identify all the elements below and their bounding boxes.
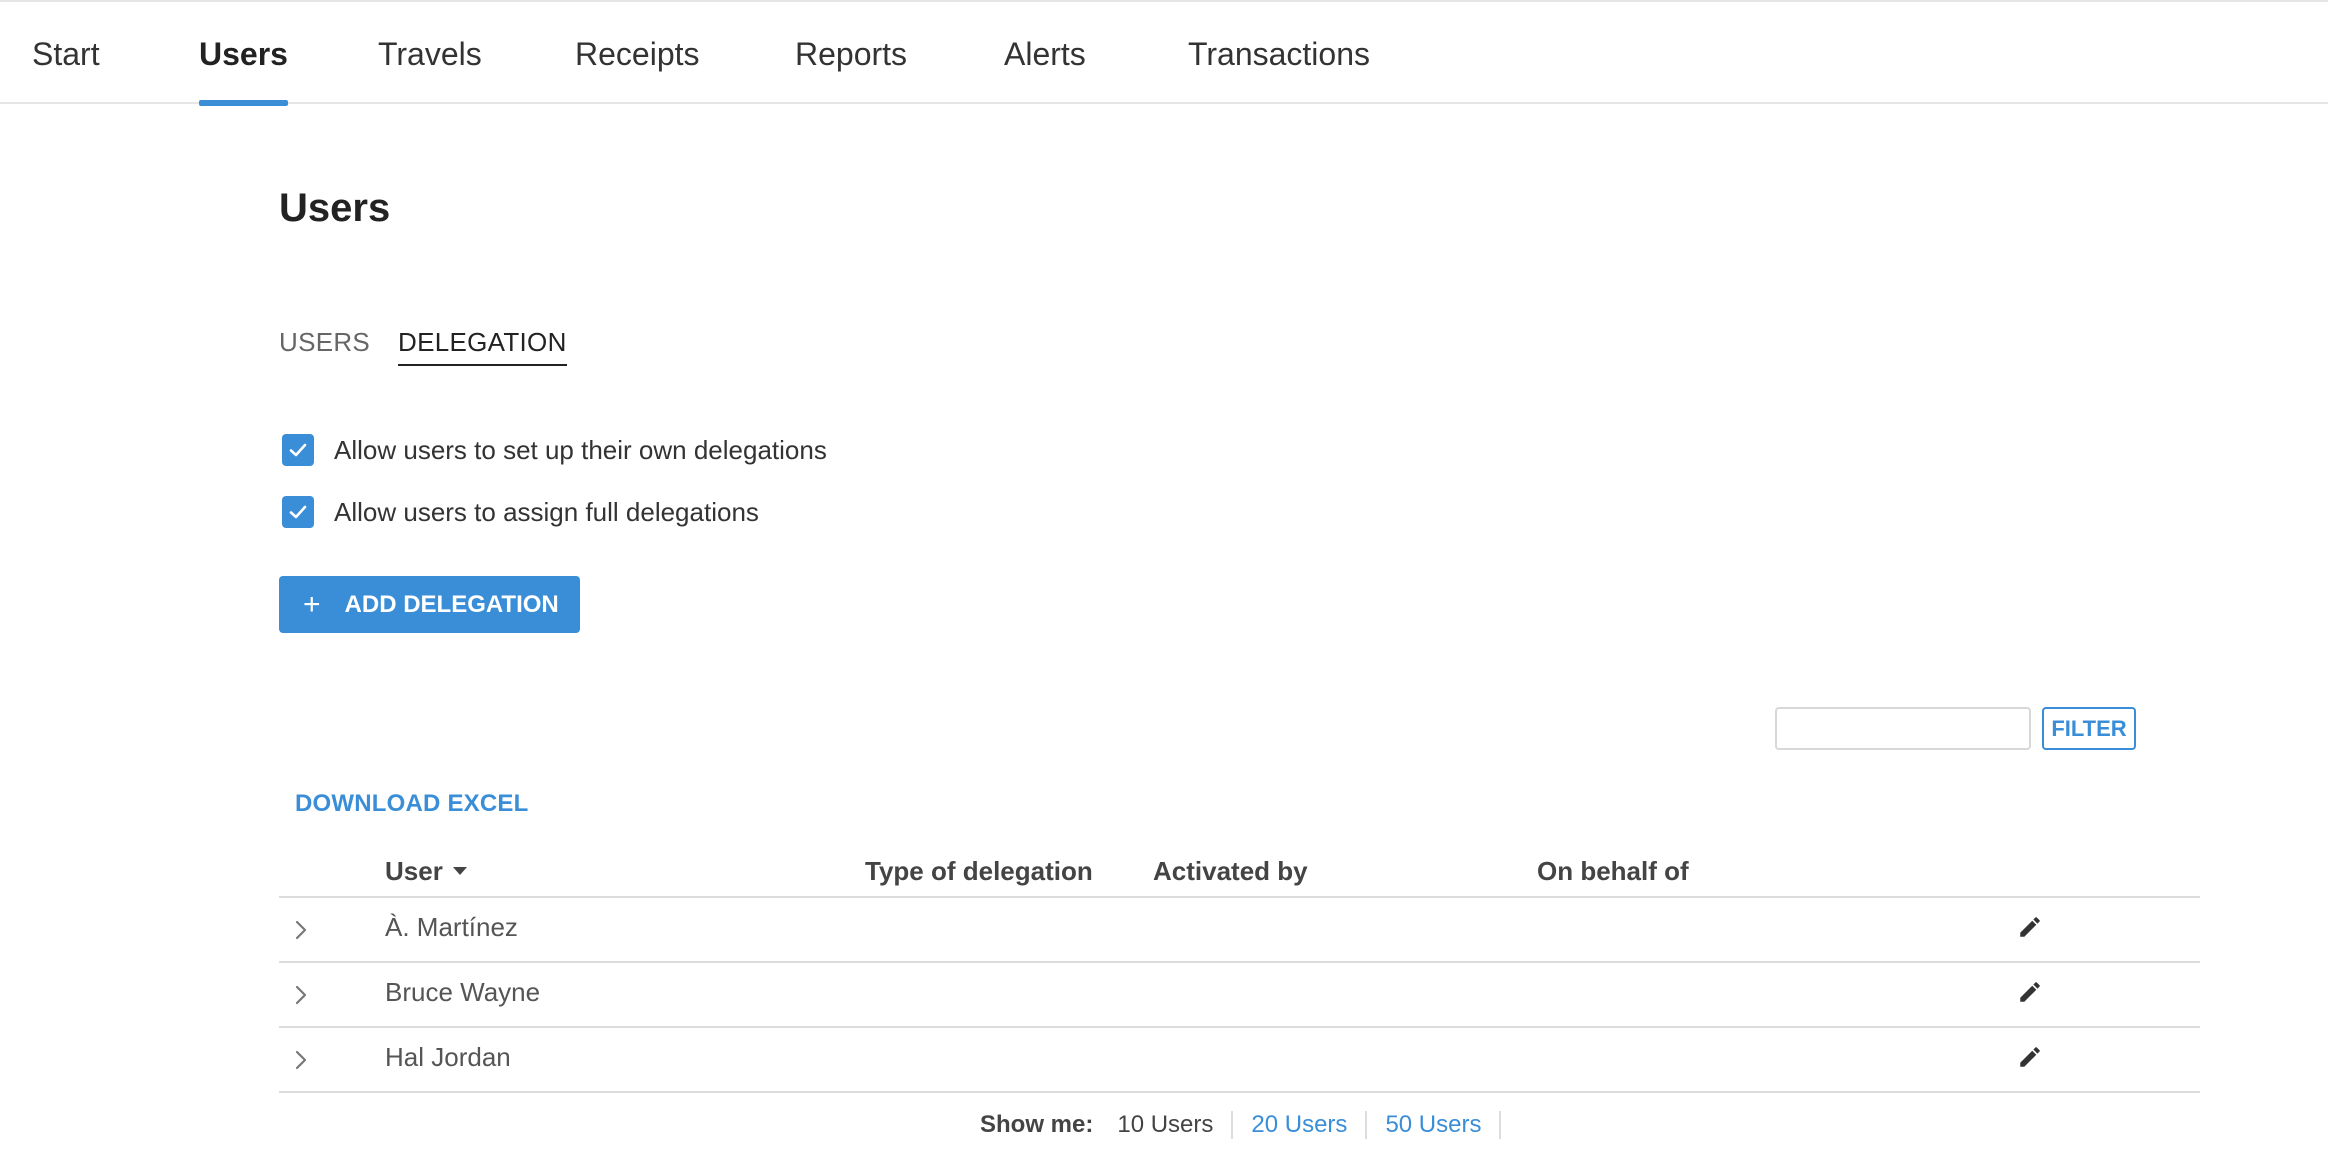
- column-header-activated-by: Activated by: [1153, 856, 1308, 886]
- setting-full-delegations[interactable]: Allow users to assign full delegations: [282, 495, 759, 529]
- tab-delegation[interactable]: DELEGATION: [398, 327, 567, 366]
- setting-full-delegations-label: Allow users to assign full delegations: [334, 496, 759, 527]
- edit-pencil-icon[interactable]: [2017, 979, 2043, 1005]
- delegations-table: User Type of delegation Activated by On …: [279, 852, 2200, 1093]
- column-header-type: Type of delegation: [865, 856, 1093, 886]
- search-box: [1775, 707, 2083, 750]
- top-navigation: Start Users Travels Receipts Reports Ale…: [0, 0, 2328, 106]
- nav-item-start[interactable]: Start: [32, 2, 100, 104]
- setting-own-delegations-label: Allow users to set up their own delegati…: [334, 434, 827, 465]
- filter-button[interactable]: FILTER: [2042, 707, 2136, 750]
- nav-item-transactions[interactable]: Transactions: [1188, 2, 1370, 104]
- edit-pencil-icon[interactable]: [2017, 914, 2043, 940]
- add-delegation-button[interactable]: + ADD DELEGATION: [279, 576, 580, 633]
- edit-pencil-icon[interactable]: [2017, 1044, 2043, 1070]
- table-row[interactable]: À. Martínez: [279, 898, 2200, 963]
- checkbox-checked-icon[interactable]: [282, 434, 314, 466]
- add-delegation-label: ADD DELEGATION: [344, 590, 559, 618]
- plus-icon: +: [303, 587, 321, 621]
- search-input[interactable]: [1789, 709, 2083, 748]
- chevron-right-icon[interactable]: [291, 1046, 311, 1074]
- nav-item-alerts[interactable]: Alerts: [1004, 2, 1086, 104]
- table-row[interactable]: Hal Jordan: [279, 1028, 2200, 1093]
- table-header: User Type of delegation Activated by On …: [279, 852, 2200, 898]
- column-header-on-behalf-of: On behalf of: [1537, 856, 1689, 886]
- page-size-20[interactable]: 20 Users: [1233, 1111, 1368, 1139]
- row-user: À. Martínez: [385, 912, 518, 942]
- nav-item-travels[interactable]: Travels: [378, 2, 482, 104]
- nav-item-reports[interactable]: Reports: [795, 2, 907, 104]
- nav-item-receipts[interactable]: Receipts: [575, 2, 700, 104]
- download-excel-link[interactable]: DOWNLOAD EXCEL: [295, 790, 528, 818]
- sort-down-icon[interactable]: [452, 867, 467, 876]
- setting-own-delegations[interactable]: Allow users to set up their own delegati…: [282, 433, 827, 467]
- page-size-50[interactable]: 50 Users: [1367, 1111, 1502, 1139]
- page-size-selector: Show me: 10 Users 20 Users 50 Users: [980, 1108, 1502, 1142]
- nav-item-users[interactable]: Users: [199, 2, 288, 106]
- row-user: Bruce Wayne: [385, 977, 541, 1007]
- page-title: Users: [279, 186, 391, 230]
- column-header-user-label: User: [385, 856, 443, 886]
- column-header-user[interactable]: User: [385, 856, 467, 887]
- row-user: Hal Jordan: [385, 1042, 511, 1072]
- page-size-10[interactable]: 10 Users: [1117, 1111, 1234, 1139]
- page-size-label: Show me:: [980, 1111, 1094, 1138]
- tab-users[interactable]: USERS: [279, 327, 370, 364]
- checkbox-checked-icon[interactable]: [282, 496, 314, 528]
- chevron-right-icon[interactable]: [291, 916, 311, 944]
- table-row[interactable]: Bruce Wayne: [279, 963, 2200, 1028]
- chevron-right-icon[interactable]: [291, 981, 311, 1009]
